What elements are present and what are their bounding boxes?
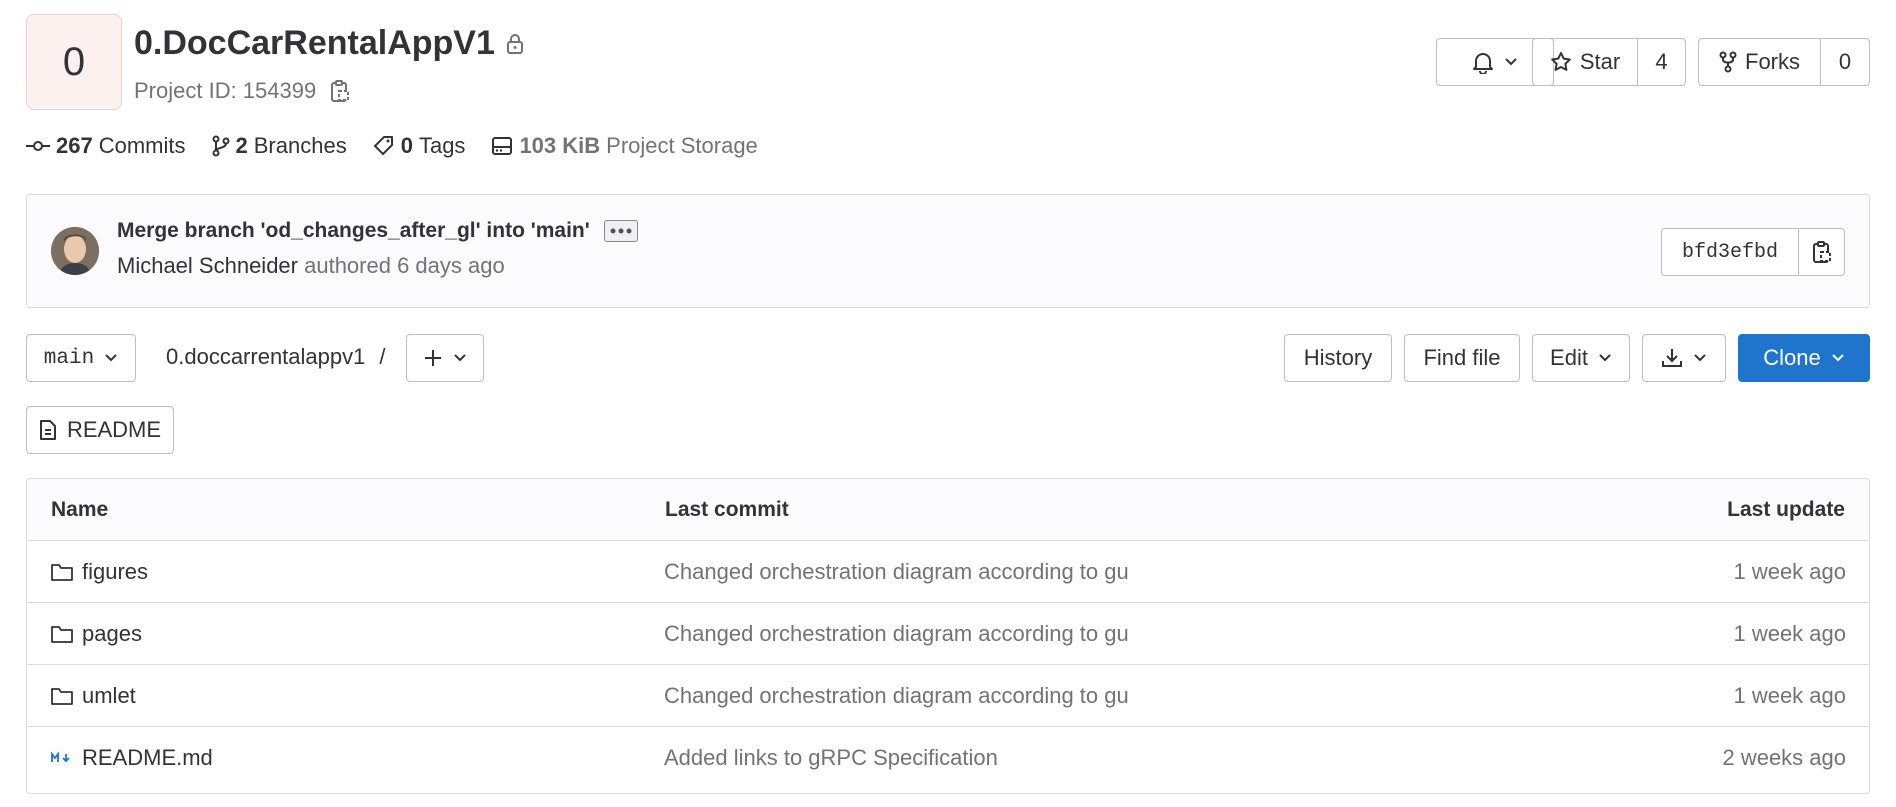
storage-link[interactable]: 103 KiB Project Storage [491,133,758,159]
file-name[interactable]: pages [82,621,142,647]
breadcrumb-separator: / [379,344,386,369]
chevron-down-icon [104,353,118,363]
branches-link[interactable]: 2 Branches [212,133,347,159]
star-label: Star [1579,49,1621,74]
file-icon [39,419,57,441]
bell-icon [1472,50,1494,74]
history-button[interactable]: History [1284,334,1392,382]
star-icon [1550,51,1572,73]
forks-button-group: Forks 0 [1698,38,1870,86]
copy-sha-button[interactable] [1799,229,1844,275]
folder-icon [50,686,74,706]
row-last-update: 1 week ago [1733,621,1846,646]
tags-count: 0 [400,133,413,158]
download-dropdown[interactable] [1642,334,1726,382]
branch-selector[interactable]: main [26,334,136,382]
chevron-down-icon [1598,353,1612,363]
table-row[interactable]: figures Changed orchestration diagram ac… [26,540,1870,602]
copy-icon [1812,241,1831,263]
readme-label: README [66,417,162,442]
branch-icon [212,135,230,157]
star-button[interactable]: Star [1533,39,1638,85]
edit-label: Edit [1550,345,1588,370]
header-last-commit: Last commit [665,498,789,521]
project-title-group: 0.DocCarRentalAppV1 [134,24,525,63]
file-name[interactable]: umlet [82,683,136,709]
project-id: Project ID: 154399 [134,78,317,103]
chevron-down-icon [1693,353,1707,363]
commit-authored-time: authored 6 days ago [304,253,505,278]
branches-count: 2 [235,133,248,158]
plus-icon [423,348,443,368]
row-commit-message[interactable]: Changed orchestration diagram according … [664,541,1129,603]
project-avatar-letter: 0 [62,39,86,84]
forks-button[interactable]: Forks [1699,39,1821,85]
find-file-button[interactable]: Find file [1404,334,1520,382]
clone-label: Clone [1763,345,1821,370]
table-row[interactable]: pages Changed orchestration diagram acco… [26,602,1870,664]
tags-link[interactable]: 0 Tags [373,133,466,159]
folder-icon [50,624,74,644]
row-commit-message[interactable]: Changed orchestration diagram according … [664,665,1129,727]
storage-size: 103 KiB [519,133,601,158]
project-id-group: Project ID: 154399 [134,78,350,104]
breadcrumb: 0.doccarrentalappv1 / [166,344,385,370]
find-file-label: Find file [1423,345,1501,370]
forks-count[interactable]: 0 [1821,39,1869,85]
markdown-icon [50,751,74,765]
fork-icon [1719,51,1737,73]
lock-icon [505,33,525,55]
star-count[interactable]: 4 [1638,39,1685,85]
forks-label: Forks [1745,49,1800,74]
breadcrumb-root[interactable]: 0.doccarrentalappv1 [166,344,365,370]
chevron-down-icon [1831,353,1845,363]
branches-label: Branches [253,133,347,158]
history-label: History [1303,345,1373,370]
commits-label: Commits [98,133,186,158]
file-name[interactable]: README.md [82,745,213,771]
row-commit-message[interactable]: Added links to gRPC Specification [664,727,998,789]
storage-icon [491,136,513,156]
commit-message[interactable]: Merge branch 'od_changes_after_gl' into … [117,219,590,243]
project-title[interactable]: 0.DocCarRentalAppV1 [134,24,495,63]
tags-label: Tags [418,133,466,158]
clone-dropdown[interactable]: Clone [1738,334,1870,382]
expand-ellipsis-button[interactable] [603,220,638,242]
header-name: Name [51,498,109,521]
commit-sha-group: bfd3efbd [1661,228,1845,276]
commit-icon [26,139,50,153]
row-last-update: 1 week ago [1733,559,1846,584]
author-avatar[interactable] [51,227,99,275]
storage-label: Project Storage [606,133,758,158]
add-file-dropdown[interactable] [406,334,484,382]
download-icon [1661,347,1683,369]
copy-icon[interactable] [330,79,350,103]
row-last-update: 2 weeks ago [1722,745,1846,770]
row-commit-message[interactable]: Changed orchestration diagram according … [664,603,1129,665]
tag-icon [373,135,395,157]
chevron-down-icon [1504,57,1518,67]
project-avatar[interactable]: 0 [26,14,122,110]
edit-dropdown[interactable]: Edit [1532,334,1630,382]
star-button-group: Star 4 [1532,38,1686,86]
stats-bar: 267 Commits 2 Branches 0 Tags 103 KiB Pr… [26,130,758,162]
table-row[interactable]: umlet Changed orchestration diagram acco… [26,664,1870,726]
commit-author[interactable]: Michael Schneider [117,253,298,278]
folder-icon [50,562,74,582]
last-commit-panel: Merge branch 'od_changes_after_gl' into … [26,194,1870,308]
readme-button[interactable]: README [26,406,174,454]
branch-name: main [43,346,95,370]
table-row[interactable]: README.md Added links to gRPC Specificat… [26,726,1870,788]
chevron-down-icon [453,353,467,363]
header-last-update: Last update [1727,498,1845,521]
commit-sha[interactable]: bfd3efbd [1662,229,1799,275]
commits-count: 267 [56,133,93,158]
table-header: Name Last commit Last update [27,479,1869,541]
ellipsis-icon [610,228,632,234]
commits-link[interactable]: 267 Commits [26,133,186,159]
file-name[interactable]: figures [82,559,148,585]
row-last-update: 1 week ago [1733,683,1846,708]
